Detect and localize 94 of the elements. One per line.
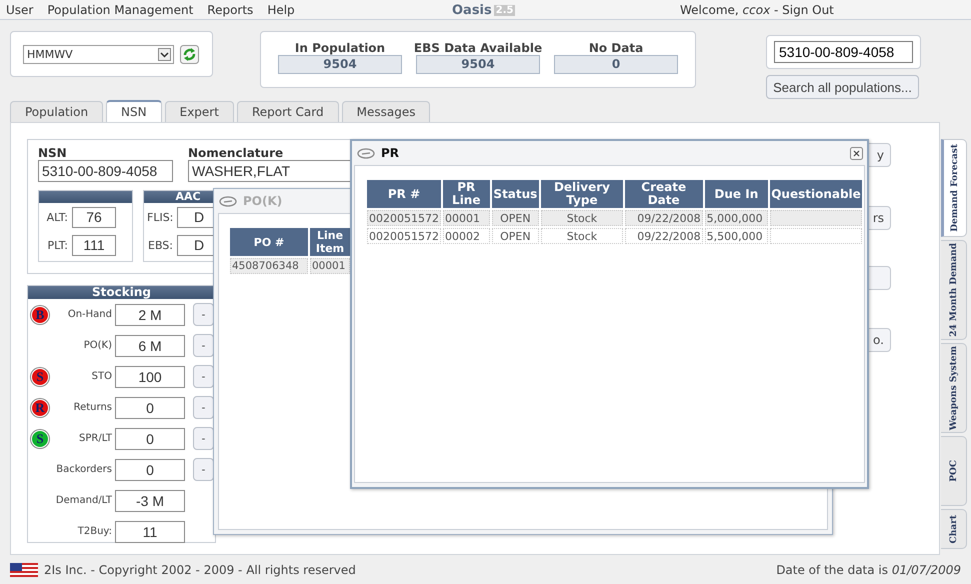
column-header: PR # [367, 180, 441, 208]
stat-label: EBS Data Available [414, 41, 542, 55]
stock-label: STO [90, 371, 112, 382]
value-field: -3 M [115, 490, 185, 512]
table-cell: Stock [541, 228, 623, 244]
table-cell: OPEN [492, 228, 540, 244]
table-cell: 0020051572 [367, 228, 441, 244]
search-button[interactable]: Search all populations... [766, 75, 919, 99]
column-header: Questionable [770, 180, 862, 208]
table-cell: OPEN [492, 210, 540, 226]
menu-item[interactable]: Help [267, 2, 295, 16]
value-field: 76 [72, 206, 116, 228]
minus-button[interactable]: - [193, 365, 214, 388]
value-field: 2 M [115, 304, 185, 326]
side-tab[interactable]: Chart [941, 509, 967, 549]
value-field: 0 [115, 458, 185, 480]
status-badge: B [31, 306, 49, 324]
table-cell: 5,500,000 [704, 228, 768, 244]
table-cell: 00001 [443, 210, 490, 226]
stocking-header: Stocking [28, 286, 215, 299]
dropdown-icon [158, 48, 171, 60]
table-cell: 09/22/2008 [624, 210, 703, 226]
value-field: 6 M [115, 334, 185, 356]
table-cell: 00002 [443, 228, 490, 244]
menu-item[interactable]: Population Management [47, 2, 194, 16]
table-cell: 00001 [310, 258, 350, 274]
stat-value: 9504 [416, 55, 540, 74]
stock-label: PO(K) [82, 340, 112, 351]
stock-label: Backorders [55, 464, 112, 475]
stat-value: 0 [554, 55, 678, 74]
side-tab[interactable]: Weapons System [941, 343, 967, 433]
population-select[interactable]: HMMWV [23, 44, 174, 64]
value-field: 0 [115, 428, 185, 450]
link-icon [357, 148, 375, 158]
side-tab[interactable]: 24 Month Demand [941, 240, 967, 340]
minus-button[interactable]: - [193, 458, 214, 481]
value-field: 111 [72, 234, 116, 256]
table-cell: Stock [541, 210, 623, 226]
side-tab[interactable]: POC [941, 436, 967, 506]
minus-button[interactable]: - [193, 303, 214, 326]
app-logo: Oasis 2.5 [452, 3, 516, 18]
nsn-field[interactable]: 5310-00-809-4058 [38, 160, 173, 182]
value-field: 11 [115, 520, 185, 542]
field-label: FLIS: [147, 210, 173, 224]
stock-label: On-Hand [66, 309, 112, 320]
stock-label: SPR/LT [78, 433, 112, 444]
menu-item[interactable]: Reports [207, 2, 254, 16]
window-title: PR [381, 146, 400, 160]
column-header: PR Line [443, 180, 490, 208]
column-header: Delivery Type [541, 180, 623, 208]
nomenclature-label: Nomenclature [188, 146, 284, 160]
column-header: Due In [704, 180, 768, 208]
stock-label: Returns [72, 402, 112, 413]
welcome-text: Welcome, ccox - Sign Out [680, 3, 834, 17]
stat-label: No Data [588, 41, 644, 55]
stat-value: 9504 [278, 55, 402, 74]
column-header: Create Date [624, 180, 703, 208]
tab[interactable]: Report Card [236, 101, 339, 122]
refresh-icon[interactable] [180, 44, 199, 64]
minus-button[interactable]: - [193, 334, 214, 357]
stock-label: Demand/LT [54, 495, 112, 506]
column-header: Status [492, 180, 540, 208]
column-header: PO # [230, 228, 308, 256]
tab[interactable]: Population [10, 101, 104, 122]
status-badge: S [31, 430, 49, 448]
tab[interactable]: Messages [342, 101, 430, 122]
minus-button[interactable]: - [193, 396, 214, 419]
flag-icon [10, 562, 38, 578]
status-badge: R [31, 398, 49, 416]
table-cell: 0020051572 [367, 210, 441, 226]
menu-item[interactable]: User [6, 2, 34, 16]
value-field: 100 [115, 366, 185, 388]
nsn-label: NSN [38, 146, 68, 160]
close-icon[interactable] [850, 146, 863, 160]
data-date-text: Date of the data is 01/07/2009 [776, 562, 961, 576]
copyright-text: 2Is Inc. - Copyright 2002 - 2009 - All rights reserved [44, 562, 356, 576]
side-tab[interactable]: Demand Forecast [941, 139, 967, 237]
table-cell: 5,000,000 [704, 210, 768, 226]
link-icon [219, 196, 237, 206]
field-label: EBS: [147, 238, 173, 252]
stock-label: T2Buy: [76, 526, 112, 537]
search-field[interactable]: 5310-00-809-4058 [774, 41, 913, 63]
field-label: PLT: [46, 238, 68, 252]
column-header: Line Item [310, 228, 350, 256]
tab[interactable]: Expert [164, 101, 234, 122]
field-label: ALT: [46, 210, 68, 224]
value-field: 0 [115, 396, 185, 418]
tab[interactable]: NSN [106, 100, 162, 122]
window-title: PO(K) [243, 194, 282, 208]
stat-label: In Population [294, 41, 386, 55]
minus-button[interactable]: - [193, 427, 214, 450]
status-badge: S [31, 368, 49, 386]
table-cell: 09/22/2008 [624, 228, 703, 244]
table-cell: 4508706348 [230, 258, 308, 274]
